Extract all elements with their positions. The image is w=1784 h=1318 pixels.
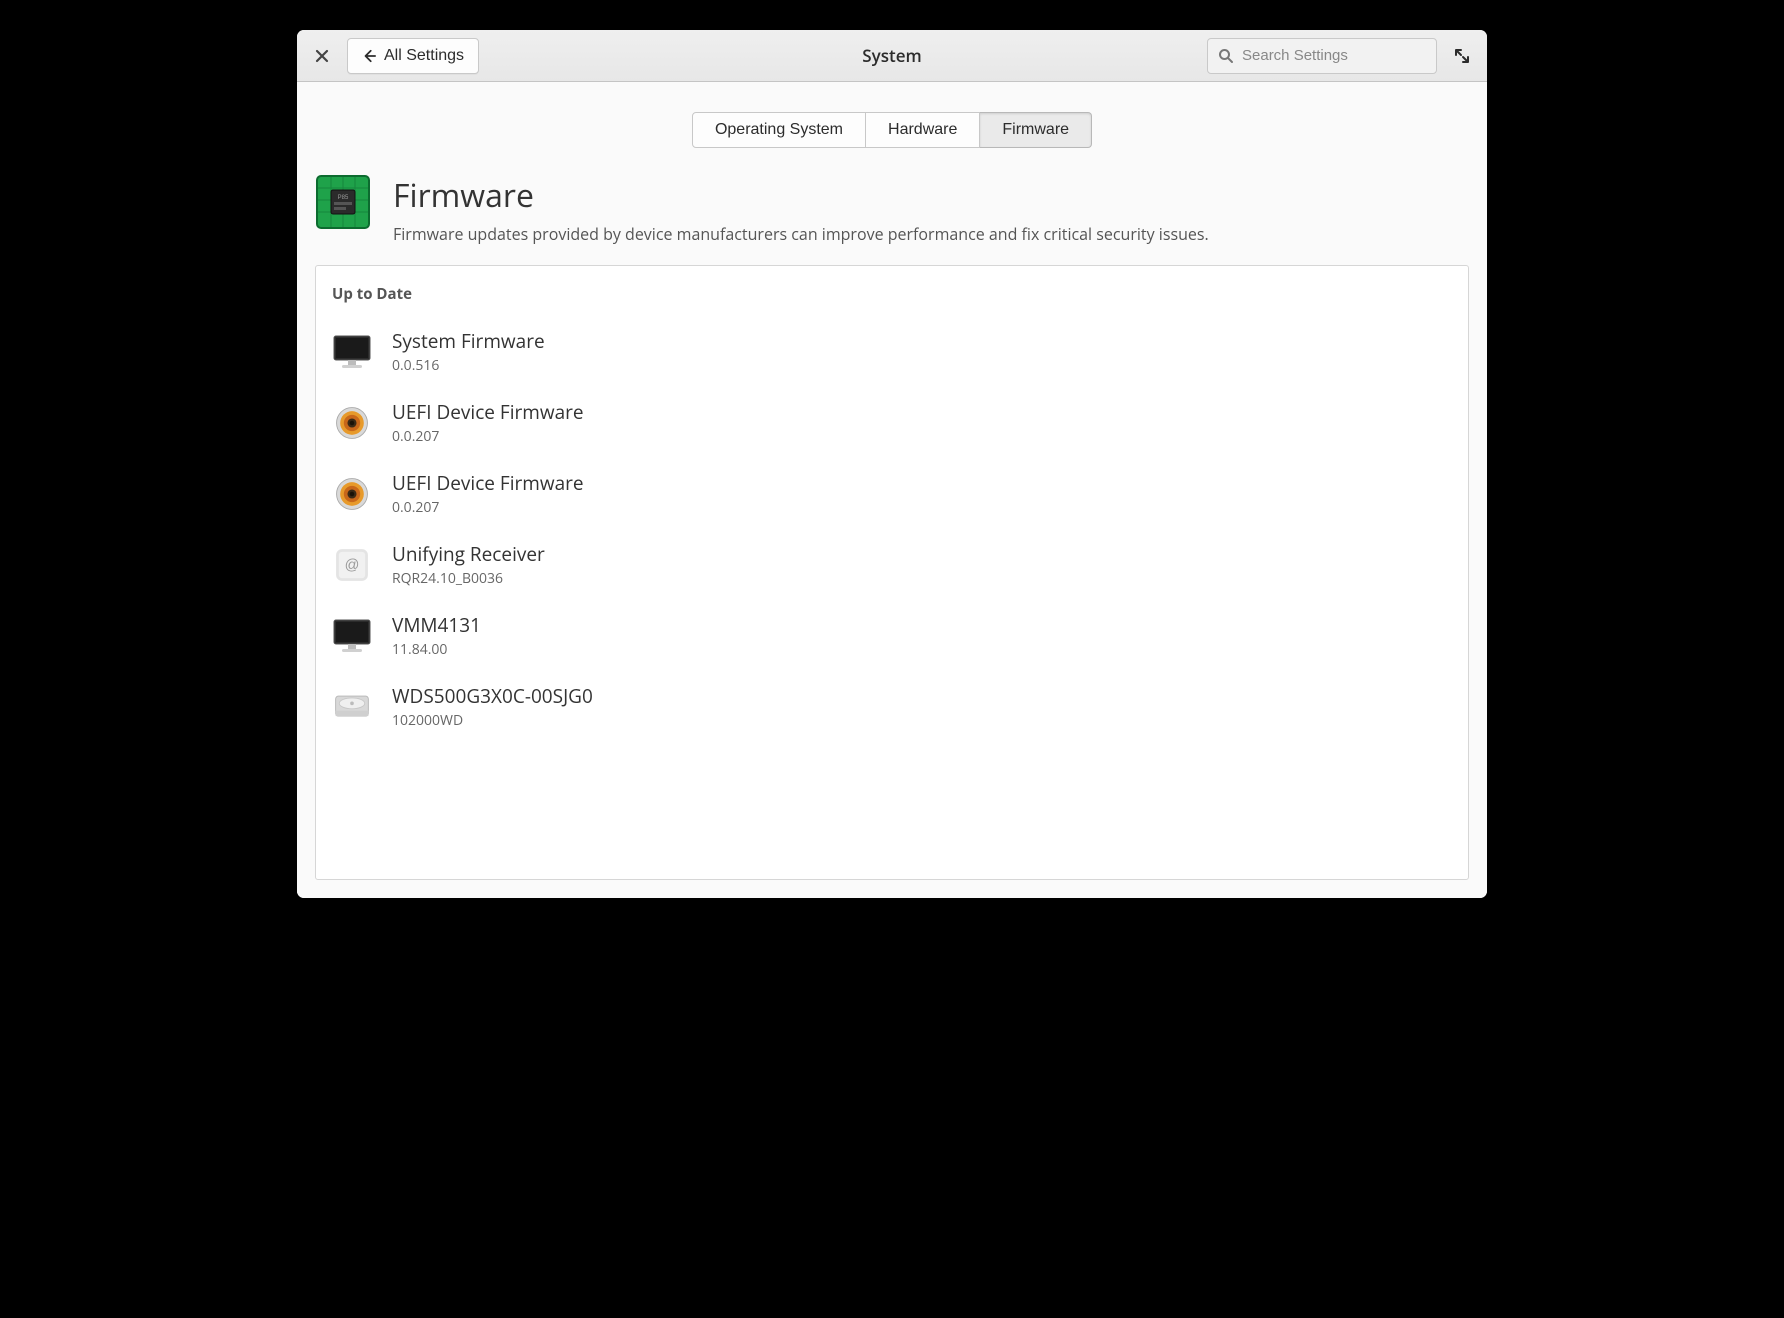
firmware-panel: Up to Date System Firmware 0.0.516 UEFI D… <box>315 265 1469 880</box>
svg-text:@: @ <box>345 557 360 573</box>
panel-title: Up to Date <box>332 284 1454 304</box>
search-field[interactable] <box>1207 38 1437 74</box>
firmware-item[interactable]: @ Unifying Receiver RQR24.10_B0036 <box>330 533 1454 604</box>
back-button-label: All Settings <box>384 47 464 65</box>
maximize-icon <box>1454 48 1470 64</box>
close-button[interactable] <box>307 41 337 71</box>
firmware-item-version: 0.0.207 <box>392 427 584 446</box>
firmware-item-name: VMM4131 <box>392 612 481 638</box>
firmware-item[interactable]: WDS500G3X0C-00SJG0 102000WD <box>330 675 1454 746</box>
firmware-item-name: UEFI Device Firmware <box>392 470 584 496</box>
chip-icon: P85 <box>315 172 371 232</box>
firmware-item-version: 0.0.207 <box>392 498 584 517</box>
firmware-item-name: WDS500G3X0C-00SJG0 <box>392 683 593 709</box>
page-subtitle: Firmware updates provided by device manu… <box>393 223 1209 245</box>
firmware-item-version: 11.84.00 <box>392 640 481 659</box>
settings-window: System All Settings <box>297 30 1487 898</box>
tab-firmware[interactable]: Firmware <box>980 112 1092 148</box>
tab-hardware[interactable]: Hardware <box>866 112 980 148</box>
search-input[interactable] <box>1242 47 1441 64</box>
tab-label: Firmware <box>1002 121 1069 139</box>
page-title: Firmware <box>393 174 1209 217</box>
firmware-item[interactable]: System Firmware 0.0.516 <box>330 320 1454 391</box>
device-list: System Firmware 0.0.516 UEFI Device Firmw… <box>330 320 1454 746</box>
svg-text:P85: P85 <box>338 195 349 201</box>
firmware-item-meta: System Firmware 0.0.516 <box>392 328 545 375</box>
maximize-button[interactable] <box>1447 41 1477 71</box>
firmware-item-name: UEFI Device Firmware <box>392 399 584 425</box>
content-area: Operating System Hardware Firmware P85 <box>297 82 1487 898</box>
monitor-icon <box>330 614 374 658</box>
monitor-icon <box>330 330 374 374</box>
firmware-item-name: System Firmware <box>392 328 545 354</box>
receiver-icon: @ <box>330 543 374 587</box>
firmware-item-version: RQR24.10_B0036 <box>392 569 545 588</box>
back-arrow-icon <box>362 49 376 63</box>
firmware-item-meta: WDS500G3X0C-00SJG0 102000WD <box>392 683 593 730</box>
headerbar: System All Settings <box>297 30 1487 82</box>
firmware-item[interactable]: VMM4131 11.84.00 <box>330 604 1454 675</box>
firmware-item-meta: UEFI Device Firmware 0.0.207 <box>392 399 584 446</box>
tab-bar: Operating System Hardware Firmware <box>692 112 1092 148</box>
firmware-item-meta: Unifying Receiver RQR24.10_B0036 <box>392 541 545 588</box>
firmware-item[interactable]: UEFI Device Firmware 0.0.207 <box>330 462 1454 533</box>
all-settings-button[interactable]: All Settings <box>347 38 479 74</box>
tab-label: Hardware <box>888 121 957 139</box>
firmware-item-meta: VMM4131 11.84.00 <box>392 612 481 659</box>
speaker-icon <box>330 401 374 445</box>
page-hero-text: Firmware Firmware updates provided by de… <box>393 172 1209 245</box>
drive-icon <box>330 685 374 729</box>
firmware-item-name: Unifying Receiver <box>392 541 545 567</box>
search-icon <box>1218 48 1234 64</box>
firmware-item-meta: UEFI Device Firmware 0.0.207 <box>392 470 584 517</box>
tab-label: Operating System <box>715 121 843 139</box>
speaker-icon <box>330 472 374 516</box>
firmware-item[interactable]: UEFI Device Firmware 0.0.207 <box>330 391 1454 462</box>
firmware-item-version: 0.0.516 <box>392 356 545 375</box>
firmware-item-version: 102000WD <box>392 711 593 730</box>
tab-operating-system[interactable]: Operating System <box>692 112 866 148</box>
close-icon <box>314 48 330 64</box>
page-hero: P85 Firmware Firmware updates provided b… <box>297 172 1487 265</box>
